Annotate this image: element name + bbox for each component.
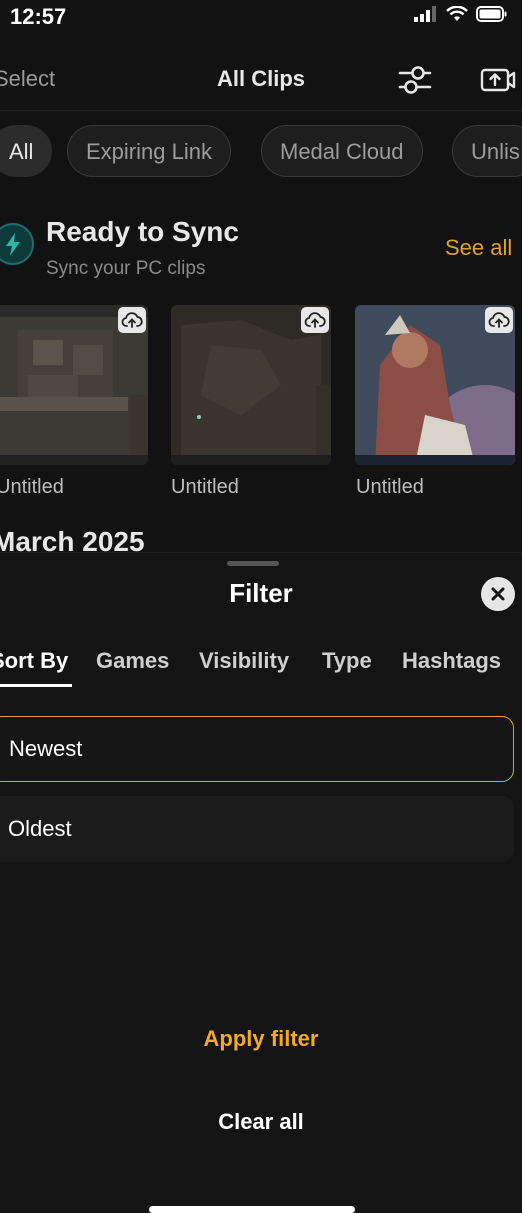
clip-thumbnail-2[interactable]: [171, 305, 331, 465]
sort-option-oldest[interactable]: Oldest: [0, 796, 514, 862]
nav-divider: [0, 110, 522, 111]
close-button[interactable]: [481, 577, 515, 611]
status-icons: [414, 6, 508, 22]
upload-video-icon: [480, 68, 516, 92]
wifi-icon: [446, 6, 468, 21]
sort-option-newest[interactable]: Newest: [0, 716, 514, 782]
clip-title-1: Untitled: [0, 476, 64, 498]
chip-expiring-link[interactable]: Expiring Link: [67, 125, 231, 177]
clip-title-2: Untitled: [171, 476, 239, 498]
clear-all-button[interactable]: Clear all: [0, 1109, 522, 1135]
battery-icon: [476, 6, 507, 22]
filter-button[interactable]: [398, 64, 432, 101]
sheet-drag-handle[interactable]: [227, 561, 279, 566]
cloud-upload-badge: [301, 307, 329, 333]
apply-filter-button[interactable]: Apply filter: [0, 1026, 522, 1052]
status-time: 12:57: [10, 4, 67, 29]
cellular-signal-icon: [414, 6, 436, 22]
chip-all[interactable]: All: [0, 125, 53, 177]
cloud-upload-icon: [488, 312, 510, 328]
tab-sort-by[interactable]: Sort By: [0, 648, 68, 674]
tab-hashtags[interactable]: Hashtags: [402, 648, 501, 674]
page-title: All Clips: [216, 66, 305, 91]
chip-medal-cloud[interactable]: Medal Cloud: [261, 125, 423, 177]
sync-section-subtitle: Sync your PC clips: [46, 258, 206, 279]
tab-visibility[interactable]: Visibility: [199, 648, 289, 674]
tab-type[interactable]: Type: [322, 648, 372, 674]
close-icon: [491, 587, 505, 601]
cloud-upload-badge: [118, 307, 146, 333]
upload-button[interactable]: [480, 64, 516, 101]
clip-title-3: Untitled: [356, 476, 424, 498]
cloud-upload-icon: [304, 312, 326, 328]
filter-sheet-title: Filter: [229, 578, 293, 608]
sync-section-title: Ready to Sync: [46, 216, 239, 247]
tab-games[interactable]: Games: [96, 648, 169, 674]
lightning-icon: [0, 223, 34, 265]
cloud-upload-icon: [121, 312, 143, 328]
clip-thumbnail-1[interactable]: [0, 305, 148, 465]
clip-thumbnail-3[interactable]: [355, 305, 515, 465]
chip-unlisted[interactable]: Unlis: [452, 125, 522, 177]
see-all-link[interactable]: See all: [445, 235, 512, 261]
cloud-upload-badge: [485, 307, 513, 333]
sliders-icon: [398, 66, 432, 94]
home-indicator: [149, 1206, 355, 1213]
active-tab-indicator: [0, 684, 72, 687]
